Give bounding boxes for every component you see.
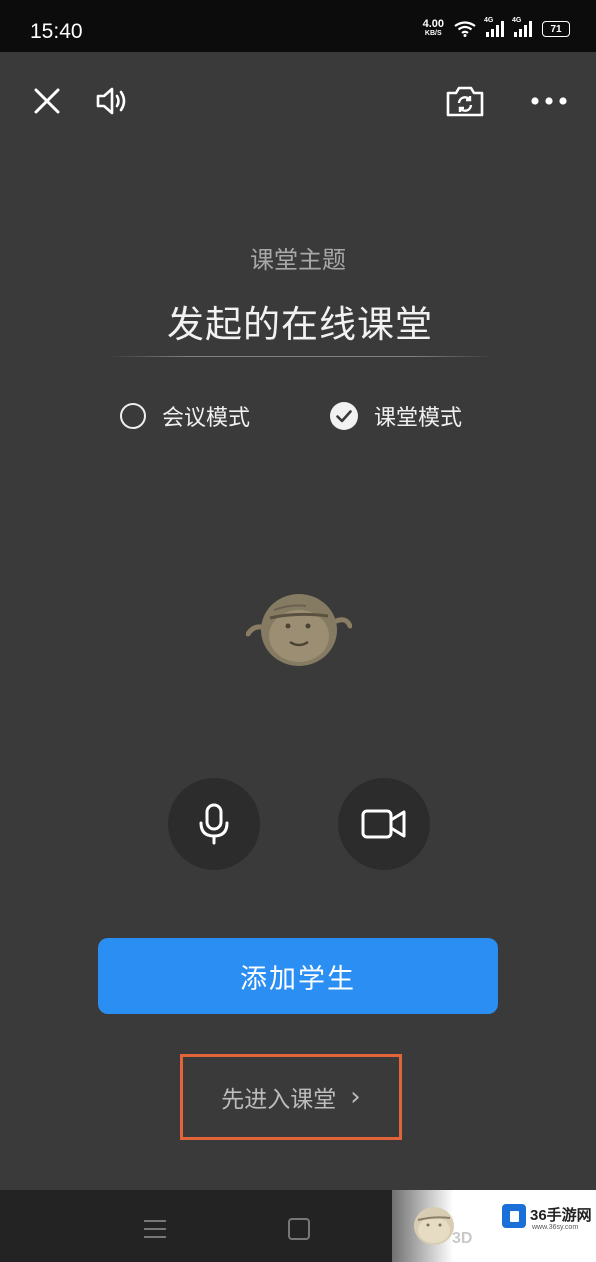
network-speed: 4.00 KB/S (422, 18, 444, 38)
close-icon[interactable] (24, 78, 70, 124)
add-students-button[interactable]: 添加学生 (98, 938, 498, 1014)
camera-switch-icon[interactable] (442, 78, 488, 124)
room-title-input[interactable]: 发起的在线课堂 (110, 294, 490, 348)
signal-icon-2: 4G (512, 17, 532, 37)
mode-option-classroom[interactable]: 课堂模式 (330, 400, 462, 432)
watermark-3d-text: 3D (452, 1230, 473, 1247)
microphone-button[interactable] (168, 778, 260, 870)
title-underline (108, 356, 494, 357)
watermark-url: www.36sy.com (532, 1224, 579, 1231)
home-icon[interactable] (288, 1218, 310, 1240)
watermark-logo-icon (502, 1204, 526, 1228)
status-time: 15:40 (30, 20, 83, 43)
wifi-icon (454, 21, 476, 37)
enter-classroom-label: 先进入课堂 (221, 1087, 337, 1113)
mode-option-meeting[interactable]: 会议模式 (120, 400, 250, 432)
radio-checked-icon (330, 402, 358, 430)
mode-label-meeting: 会议模式 (162, 406, 251, 431)
status-icons: 4.00 KB/S 4G 4G 71 (422, 17, 570, 38)
speaker-icon[interactable] (90, 78, 136, 124)
mascot-avatar (246, 594, 352, 666)
signal-icon-1: 4G (484, 17, 504, 37)
top-toolbar (0, 78, 596, 124)
microphone-icon (199, 803, 229, 845)
chevron-right-icon: › (350, 1082, 361, 1112)
camera-button[interactable] (338, 778, 430, 870)
watermark: 3D 36手游网 www.36sy.com (392, 1190, 596, 1262)
status-bar: 15:40 4.00 KB/S 4G 4G 71 (0, 0, 596, 52)
more-icon[interactable] (526, 78, 572, 124)
room-topic-caption: 课堂主题 (250, 246, 346, 274)
watermark-brand: 36手游网 (530, 1207, 592, 1224)
radio-unchecked-icon (120, 403, 146, 429)
video-camera-icon (361, 809, 406, 839)
mode-label-classroom: 课堂模式 (374, 406, 463, 431)
menu-icon[interactable] (144, 1220, 166, 1238)
enter-classroom-link[interactable]: 先进入课堂 › (180, 1054, 402, 1140)
battery-icon: 71 (542, 21, 570, 37)
